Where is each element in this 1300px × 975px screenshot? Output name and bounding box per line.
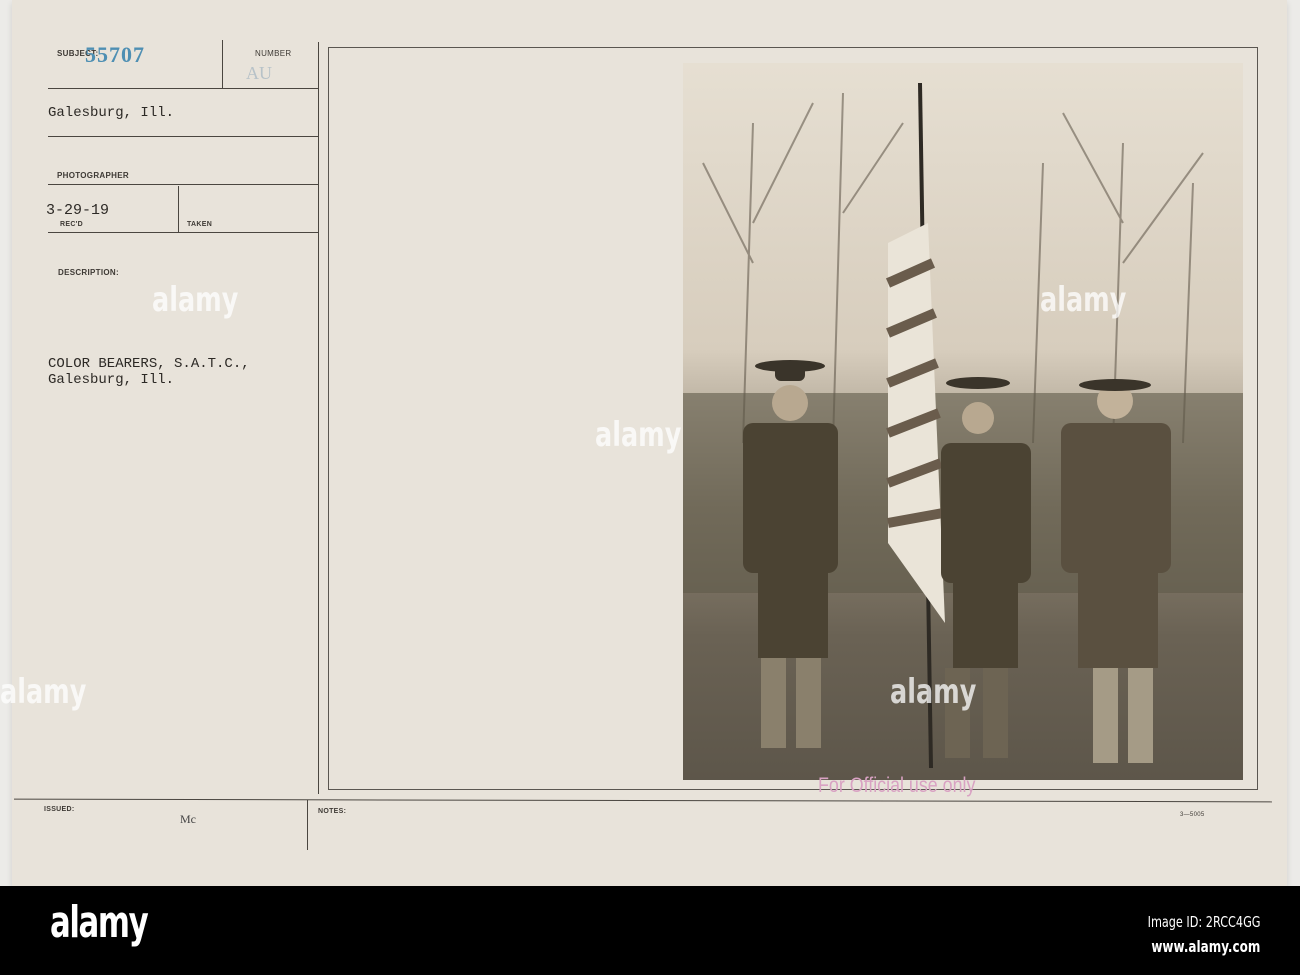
watermark: alamy xyxy=(152,280,239,320)
site-url[interactable]: www.alamy.com xyxy=(1151,937,1260,956)
description-line-1: COLOR BEARERS, S.A.T.C., xyxy=(48,356,250,372)
photographer-label: PHOTOGRAPHER xyxy=(57,171,129,180)
form-number: 3—5005 xyxy=(1180,812,1205,818)
number-value: AU xyxy=(246,63,272,83)
panel-divider xyxy=(318,42,319,794)
date-divider xyxy=(178,186,179,232)
subject-number: 55707 xyxy=(85,42,145,67)
notes-divider xyxy=(307,800,308,850)
taken-label: TAKEN xyxy=(187,221,213,228)
number-label: NUMBER xyxy=(255,49,292,58)
rule xyxy=(48,136,318,137)
notes-label: NOTES: xyxy=(318,808,347,815)
watermark: alamy xyxy=(595,415,682,455)
rule xyxy=(48,232,318,233)
recd-date: 3-29-19 xyxy=(46,202,110,219)
image-id: Image ID: 2RCC4GG xyxy=(1147,913,1260,931)
official-use-stamp: For Official use only xyxy=(818,774,976,797)
recd-label: REC'D xyxy=(60,221,83,228)
subject-divider xyxy=(222,40,223,88)
watermark: alamy xyxy=(1040,280,1127,320)
issued-label: ISSUED: xyxy=(44,806,75,813)
description-label: DESCRIPTION: xyxy=(58,268,119,277)
rule xyxy=(48,88,318,89)
rule xyxy=(48,184,318,185)
watermark: alamy xyxy=(890,672,977,712)
location-text: Galesburg, Ill. xyxy=(48,105,175,121)
description-line-2: Galesburg, Ill. xyxy=(48,372,175,388)
footer-bar xyxy=(0,886,1300,975)
issued-initials: Mc xyxy=(180,812,196,826)
alamy-logo: alamy xyxy=(50,897,149,948)
watermark: alamy xyxy=(0,672,87,712)
flag xyxy=(885,82,945,769)
soldier-right xyxy=(1061,379,1171,763)
